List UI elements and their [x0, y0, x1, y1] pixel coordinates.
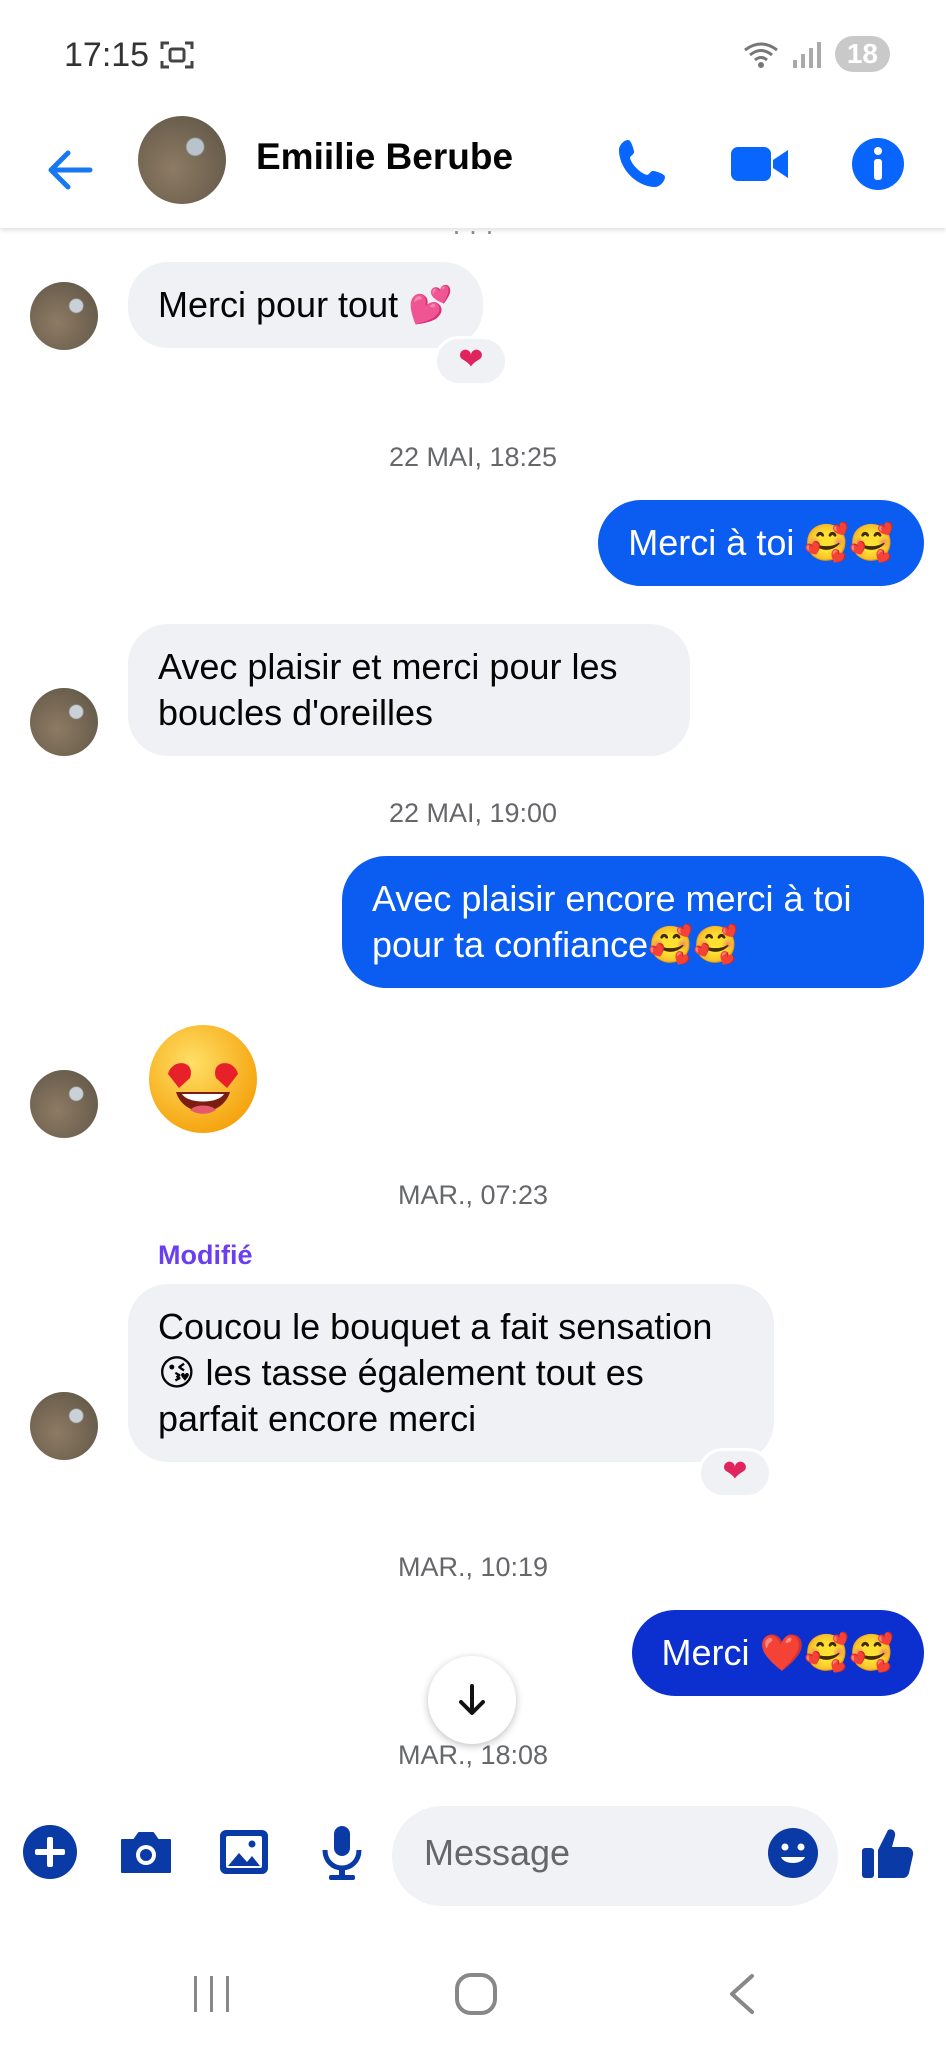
- video-call-icon[interactable]: [728, 132, 792, 196]
- message-bubble-outgoing[interactable]: Merci ❤️🥰🥰: [631, 1610, 924, 1696]
- contact-name[interactable]: Emiilie Berube: [256, 136, 513, 178]
- thumbs-up-icon[interactable]: [856, 1820, 920, 1884]
- message-bubble-incoming[interactable]: Avec plaisir et merci pour les boucles d…: [128, 624, 690, 756]
- info-icon[interactable]: [846, 132, 910, 196]
- emoji-icon[interactable]: [766, 1826, 820, 1880]
- battery-indicator: 18: [834, 36, 890, 72]
- sender-avatar: [30, 688, 98, 756]
- message-text: Merci ❤️🥰🥰: [661, 1632, 894, 1673]
- message-text: Merci à toi 🥰🥰: [628, 522, 894, 563]
- sender-avatar: [30, 282, 98, 350]
- message-bubble-incoming[interactable]: Merci pour tout 💕: [128, 262, 483, 348]
- microphone-icon[interactable]: [310, 1820, 374, 1884]
- timestamp-cutoff: · · ·: [452, 228, 494, 246]
- back-nav-icon[interactable]: [724, 1972, 760, 2016]
- edited-label: Modifié: [158, 1240, 253, 1270]
- sender-avatar: [30, 1392, 98, 1460]
- home-icon[interactable]: [454, 1972, 498, 2016]
- contact-avatar[interactable]: [138, 116, 226, 204]
- status-indicators: 18: [741, 36, 890, 72]
- message-bubble-incoming[interactable]: Coucou le bouquet a fait sensation 😘 les…: [128, 1284, 774, 1462]
- gallery-icon[interactable]: [212, 1820, 276, 1884]
- status-time: 17:15: [64, 36, 150, 74]
- timestamp: 22 MAI, 18:25: [388, 442, 558, 472]
- message-bubble-outgoing[interactable]: Merci à toi 🥰🥰: [598, 500, 924, 586]
- conversation-header: Emiilie Berube: [0, 110, 946, 228]
- message-input-placeholder: Message: [424, 1832, 571, 1873]
- timestamp: MAR., 18:08: [397, 1740, 549, 1770]
- message-text: Merci pour tout 💕: [158, 284, 453, 325]
- screenshot-icon: [160, 41, 194, 69]
- message-bubble-outgoing[interactable]: Avec plaisir encore merci à toi pour ta …: [342, 856, 924, 988]
- message-text: Avec plaisir encore merci à toi pour ta …: [372, 878, 852, 965]
- sender-avatar: [30, 1070, 98, 1138]
- message-thread[interactable]: · · · Merci pour tout 💕 ❤ 22 MAI, 18:25 …: [0, 228, 946, 1800]
- heart-reaction[interactable]: ❤: [434, 336, 508, 386]
- timestamp: 22 MAI, 19:00: [388, 798, 558, 828]
- message-text: Coucou le bouquet a fait sensation 😘 les…: [158, 1306, 713, 1439]
- system-navigation-bar: [0, 1920, 946, 2049]
- camera-icon[interactable]: [114, 1820, 178, 1884]
- phone-call-icon[interactable]: [610, 132, 674, 196]
- timestamp: MAR., 10:19: [397, 1552, 549, 1582]
- status-bar: 17:15 18: [0, 0, 946, 110]
- back-arrow-icon[interactable]: [40, 140, 100, 200]
- arrow-down-icon: [459, 1684, 485, 1715]
- recent-apps-icon[interactable]: [190, 1972, 234, 2016]
- message-text: Avec plaisir et merci pour les boucles d…: [158, 646, 618, 733]
- signal-icon: [792, 42, 821, 68]
- wifi-icon: [743, 42, 778, 68]
- scroll-to-bottom-button[interactable]: [428, 1656, 516, 1744]
- heart-reaction[interactable]: ❤: [698, 1448, 772, 1498]
- message-composer: Message: [0, 1800, 946, 1910]
- heart-eyes-emoji[interactable]: 😍: [146, 1022, 260, 1136]
- plus-icon[interactable]: [18, 1820, 82, 1884]
- timestamp: MAR., 07:23: [397, 1180, 549, 1210]
